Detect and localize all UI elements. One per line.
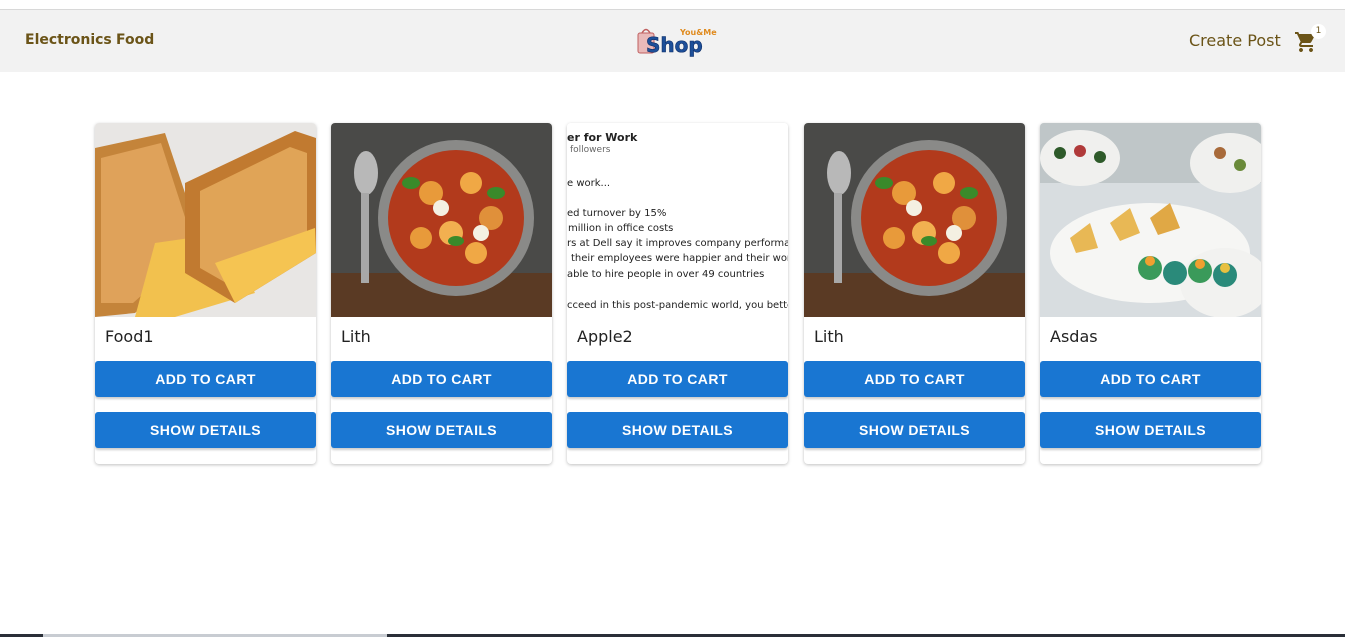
- product-image-gnocchi[interactable]: [804, 123, 1025, 317]
- add-to-cart-button[interactable]: ADD TO CART: [331, 361, 552, 397]
- doc-heading: er for Work: [567, 131, 638, 144]
- doc-line: cceed in this post-pandemic world, you b…: [567, 300, 788, 311]
- show-details-button[interactable]: SHOW DETAILS: [1040, 412, 1261, 448]
- doc-followers: followers: [570, 145, 611, 155]
- nav-link-electronics[interactable]: Electronics: [25, 32, 112, 48]
- add-to-cart-button[interactable]: ADD TO CART: [1040, 361, 1261, 397]
- product-image-grilled-cheese[interactable]: [95, 123, 316, 317]
- doc-line: rs at Dell say it improves company perfo…: [567, 238, 788, 249]
- svg-text:Shop: Shop: [646, 33, 703, 57]
- show-details-button[interactable]: SHOW DETAILS: [331, 412, 552, 448]
- product-image-appetizers[interactable]: [1040, 123, 1261, 317]
- add-to-cart-button[interactable]: ADD TO CART: [95, 361, 316, 397]
- show-details-button[interactable]: SHOW DETAILS: [804, 412, 1025, 448]
- add-to-cart-button[interactable]: ADD TO CART: [804, 361, 1025, 397]
- doc-line: their employees were happier and their w…: [571, 253, 788, 264]
- product-title: Lith: [814, 327, 844, 346]
- product-image-document[interactable]: er for Work followers e work... ed turno…: [567, 123, 788, 317]
- product-card: er for Work followers e work... ed turno…: [567, 123, 788, 464]
- shop-logo[interactable]: You&Me Shop: [636, 24, 722, 58]
- show-details-button[interactable]: SHOW DETAILS: [95, 412, 316, 448]
- doc-line: million in office costs: [568, 223, 674, 234]
- product-title: Asdas: [1050, 327, 1098, 346]
- product-title: Apple2: [577, 327, 633, 346]
- shop-logo-graphic: You&Me Shop: [637, 28, 717, 57]
- product-card: Asdas ADD TO CART SHOW DETAILS: [1040, 123, 1261, 464]
- product-title: Lith: [341, 327, 371, 346]
- nav-link-food[interactable]: Food: [116, 32, 154, 48]
- doc-line: e work...: [567, 178, 611, 189]
- product-card: Lith ADD TO CART SHOW DETAILS: [331, 123, 552, 464]
- doc-line: able to hire people in over 49 countries: [567, 269, 765, 280]
- doc-line: ed turnover by 15%: [567, 208, 667, 219]
- top-border: [0, 0, 1345, 10]
- cart-count-badge: 1: [1311, 24, 1326, 39]
- create-post-link[interactable]: Create Post: [1189, 31, 1281, 50]
- product-card: Lith ADD TO CART SHOW DETAILS: [804, 123, 1025, 464]
- product-title: Food1: [105, 327, 154, 346]
- product-card: Food1 ADD TO CART SHOW DETAILS: [95, 123, 316, 464]
- show-details-button[interactable]: SHOW DETAILS: [567, 412, 788, 448]
- navbar: Electronics Food You&Me Shop Create Post…: [0, 10, 1345, 72]
- product-image-gnocchi[interactable]: [331, 123, 552, 317]
- add-to-cart-button[interactable]: ADD TO CART: [567, 361, 788, 397]
